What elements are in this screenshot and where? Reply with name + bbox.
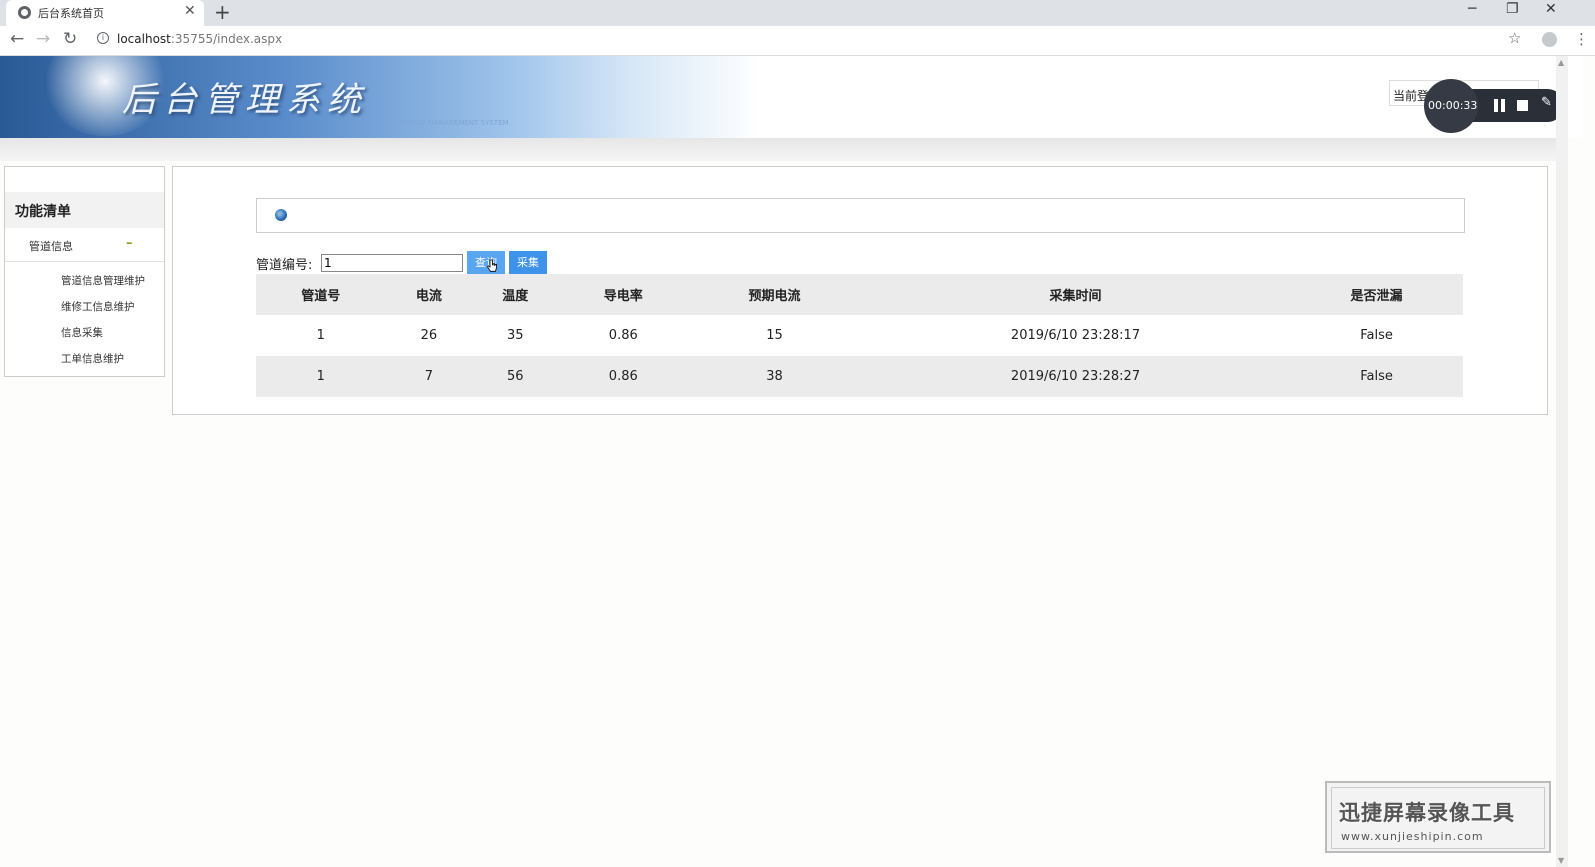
table-cell: 26 [420, 328, 438, 343]
table-cell: False [1360, 328, 1393, 343]
table-cell: 15 [766, 328, 783, 343]
column-header: 温度 [472, 274, 559, 315]
system-subtitle: BACKSTAGE MANAGEMENT SYSTEM [384, 119, 509, 127]
tab-title: 后台系统首页 [38, 7, 104, 20]
sidebar-item-repairman-maintenance[interactable]: 维修工信息维护 [61, 299, 135, 314]
column-header: 电流 [385, 274, 473, 315]
table-cell: 0.86 [608, 328, 638, 343]
sidebar-group-label: 管道信息 [29, 240, 73, 253]
sidebar-item-data-collection[interactable]: 信息采集 [61, 325, 103, 340]
stop-icon[interactable] [1517, 100, 1528, 111]
table-cell: False [1290, 356, 1463, 397]
collect-button[interactable]: 采集 [509, 251, 547, 275]
table-header-row: 管道号 电流 温度 导电率 预期电流 采集时间 是否泄漏 [256, 274, 1463, 315]
table-cell: 56 [472, 356, 559, 397]
main-panel: 管道编号: 查询 采集 管道号 电流 温度 导电率 预期电流 采集时间 是否泄漏… [172, 166, 1548, 415]
hand-cursor-icon [487, 259, 497, 272]
collapse-icon[interactable]: – [126, 236, 133, 251]
column-header: 导电率 [558, 274, 689, 315]
table-cell: 1 [316, 328, 325, 343]
column-header: 采集时间 [860, 274, 1291, 315]
pipeline-data-table: 管道号 电流 温度 导电率 预期电流 采集时间 是否泄漏 1 26 35 0.8… [256, 274, 1463, 397]
sidebar: 功能清单 管道信息 – 管道信息管理维护 维修工信息维护 信息采集 工单信息维护 [4, 166, 165, 377]
column-header: 预期电流 [688, 274, 861, 315]
table-cell: 2019/6/10 23:28:17 [1010, 328, 1141, 343]
scroll-down-icon[interactable]: ▼ [1558, 856, 1564, 865]
info-icon[interactable]: i [97, 32, 109, 44]
globe-icon [18, 6, 31, 19]
browser-menu-icon[interactable]: ⋮ [1574, 30, 1589, 48]
sidebar-header: 功能清单 [5, 192, 164, 228]
scroll-up-icon[interactable]: ▲ [1558, 58, 1564, 67]
pause-icon[interactable] [1494, 99, 1505, 112]
reload-icon[interactable]: ↻ [63, 29, 77, 49]
query-button[interactable]: 查询 [467, 251, 505, 275]
forward-icon[interactable]: → [36, 29, 50, 49]
url-host: localhost [117, 32, 171, 46]
back-icon[interactable]: ← [10, 29, 24, 49]
tab-close-icon[interactable]: ✕ [184, 3, 196, 19]
browser-tab[interactable]: 后台系统首页 ✕ [6, 0, 204, 26]
table-cell: 1 [256, 356, 386, 397]
pipe-number-input[interactable] [321, 254, 463, 272]
bookmark-star-icon[interactable]: ☆ [1508, 29, 1521, 47]
breadcrumb-bar [256, 198, 1465, 233]
system-title: 后台管理系统 [122, 80, 368, 120]
profile-avatar-icon[interactable] [1542, 32, 1557, 47]
window-close-icon[interactable]: ✕ [1545, 1, 1557, 17]
page-scrollbar[interactable]: ▲ ▼ [1556, 56, 1568, 867]
browser-toolbar: ← → ↻ i localhost:35755/index.aspx ☆ ⋮ [0, 26, 1595, 56]
restore-icon[interactable]: ❐ [1506, 1, 1519, 17]
header-banner: 后台管理系统 BACKSTAGE MANAGEMENT SYSTEM 当前登 [0, 56, 1582, 138]
pipe-number-label: 管道编号: [256, 258, 313, 273]
new-tab-button[interactable]: + [214, 0, 231, 24]
table-cell: 0.86 [558, 356, 689, 397]
screen-recorder-widget: 00:00:33 ✎ [1424, 79, 1564, 133]
table-row: 1 26 35 0.86 15 2019/6/10 23:28:17 False [256, 315, 1463, 356]
table-row: 1 7 56 0.86 38 2019/6/10 23:28:27 False [256, 356, 1463, 397]
sidebar-item-work-order[interactable]: 工单信息维护 [61, 351, 124, 366]
recorder-time: 00:00:33 [1428, 99, 1478, 112]
address-bar[interactable]: localhost:35755/index.aspx [117, 32, 282, 46]
url-path: :35755/index.aspx [170, 32, 283, 46]
header-divider-bar [0, 138, 1556, 161]
column-header: 管道号 [256, 274, 386, 315]
sidebar-group-pipeline[interactable]: 管道信息 – [5, 230, 164, 262]
table-cell: 35 [506, 328, 524, 343]
globe-icon [275, 209, 287, 221]
column-header: 是否泄漏 [1290, 274, 1463, 315]
minimize-icon[interactable]: ─ [1468, 1, 1476, 17]
browser-tab-bar: 后台系统首页 ✕ + ─ ❐ ✕ [0, 0, 1595, 26]
recorder-watermark: 迅捷屏幕录像工具 www.xunjieshipin.com [1325, 781, 1551, 853]
table-cell: 38 [688, 356, 861, 397]
table-cell: 7 [385, 356, 473, 397]
sidebar-item-pipeline-maintenance[interactable]: 管道信息管理维护 [61, 273, 145, 288]
sidebar-title: 功能清单 [15, 204, 71, 220]
pencil-icon[interactable]: ✎ [1541, 95, 1552, 110]
watermark-url: www.xunjieshipin.com [1341, 830, 1484, 843]
watermark-title: 迅捷屏幕录像工具 [1339, 801, 1515, 825]
table-cell: 2019/6/10 23:28:27 [860, 356, 1291, 397]
